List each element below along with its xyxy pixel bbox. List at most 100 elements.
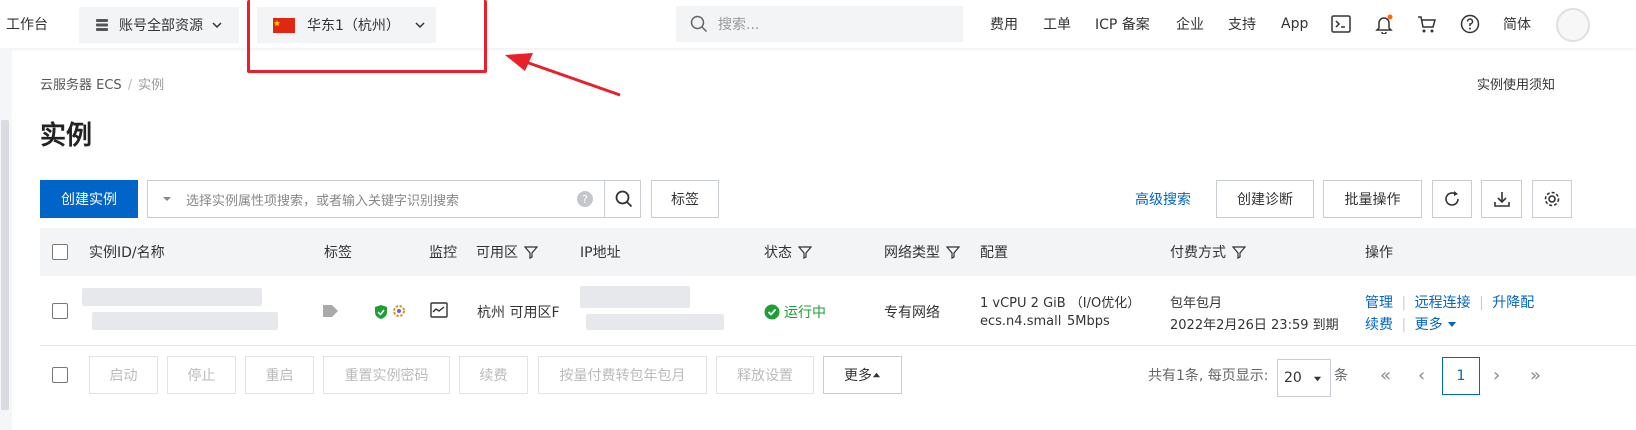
row-actions-line2: 续费 | 更多 [1365, 314, 1457, 334]
help-icon[interactable] [1458, 12, 1482, 36]
nav-enterprise[interactable]: 企业 [1176, 0, 1204, 48]
export-button[interactable] [1481, 180, 1522, 218]
redacted-instance-name [92, 312, 278, 330]
search-placeholder: 搜索... [718, 17, 760, 33]
status-text: 运行中 [784, 305, 826, 321]
resource-selector-label: 账号全部资源 [119, 18, 203, 34]
breadcrumb-current: 实例 [138, 78, 165, 93]
top-navigation-bar: 工作台 账号全部资源 华东1（杭州） 搜索... 费用 工单 ICP 备案 企业… [0, 0, 1636, 48]
instance-type-link[interactable]: ecs.n4.small [980, 314, 1061, 329]
header-billing[interactable]: 付费方式 [1170, 228, 1246, 276]
nav-support[interactable]: 支持 [1228, 0, 1256, 48]
monitor-chart-icon[interactable] [430, 302, 448, 318]
row-checkbox[interactable] [52, 303, 68, 319]
nav-app[interactable]: App [1281, 0, 1308, 48]
instance-usage-notice-link[interactable]: 实例使用须知 [1477, 74, 1636, 93]
create-diagnosis-button[interactable]: 创建诊断 [1216, 180, 1314, 218]
breadcrumb: 云服务器 ECS / 实例 [40, 78, 165, 93]
reset-password-button[interactable]: 重置实例密码 [323, 356, 450, 394]
cart-icon[interactable] [1415, 12, 1439, 36]
more-button-label: 更多 [844, 368, 872, 384]
svg-text:?: ? [582, 193, 588, 206]
advanced-search-link[interactable]: 高级搜索 [1135, 189, 1191, 209]
check-circle-icon [764, 304, 780, 320]
renew-link[interactable]: 续费 [1365, 317, 1393, 333]
search-submit-button[interactable] [604, 180, 642, 218]
page-size-select[interactable]: 20 [1277, 359, 1331, 397]
nav-billing[interactable]: 费用 [990, 0, 1018, 48]
upgrade-downgrade-link[interactable]: 升降配 [1492, 295, 1534, 311]
header-zone-label: 可用区 [476, 245, 518, 261]
start-button[interactable]: 启动 [89, 356, 158, 394]
header-actions: 操作 [1365, 245, 1393, 261]
header-zone[interactable]: 可用区 [476, 228, 538, 276]
select-all-checkbox[interactable] [52, 244, 68, 260]
config-spec: 1 vCPU 2 GiB （I/O优化） [980, 296, 1141, 311]
status-badge: 运行中 [764, 302, 826, 322]
resource-group-selector[interactable]: 账号全部资源 [79, 7, 239, 43]
help-icon[interactable]: ? [576, 190, 594, 208]
caret-down-icon [1313, 376, 1322, 381]
filter-placeholder: 选择实例属性项搜索，或者输入关键字识别搜索 [186, 193, 460, 209]
restart-button[interactable]: 重启 [245, 356, 314, 394]
header-monitor: 监控 [429, 245, 457, 261]
chevron-down-icon [212, 22, 222, 29]
header-ip: IP地址 [580, 245, 621, 261]
header-network-label: 网络类型 [884, 245, 940, 261]
release-settings-button[interactable]: 释放设置 [716, 356, 814, 394]
footer-select-all-checkbox[interactable] [52, 367, 68, 383]
renew-button[interactable]: 续费 [459, 356, 528, 394]
refresh-icon [1445, 191, 1459, 206]
breadcrumb-root[interactable]: 云服务器 ECS [40, 78, 122, 93]
next-page-icon[interactable]: › [1493, 356, 1500, 394]
redacted-instance-id [82, 288, 262, 306]
global-search-input[interactable]: 搜索... [676, 6, 963, 42]
settings-button[interactable] [1532, 180, 1572, 218]
refresh-button[interactable] [1432, 180, 1472, 218]
header-network[interactable]: 网络类型 [884, 228, 960, 276]
tags-button[interactable]: 标签 [651, 180, 719, 218]
zone-value: 杭州 可用区F [477, 305, 560, 321]
batch-operation-button[interactable]: 批量操作 [1323, 180, 1422, 218]
caret-down-icon [1448, 322, 1457, 327]
billing-type: 包年包月 [1170, 296, 1223, 311]
prev-page-icon[interactable]: ‹ [1418, 356, 1425, 394]
manage-link[interactable]: 管理 [1365, 295, 1393, 311]
search-icon [690, 15, 708, 33]
avatar[interactable] [1556, 8, 1590, 42]
nav-icp[interactable]: ICP 备案 [1095, 0, 1150, 48]
network-type-value: 专有网络 [884, 305, 940, 321]
left-scroll-strip[interactable] [0, 50, 12, 430]
more-button[interactable]: 更多 [823, 356, 902, 394]
filter-icon[interactable] [946, 245, 960, 259]
header-status-label: 状态 [764, 245, 792, 261]
create-instance-button[interactable]: 创建实例 [40, 180, 138, 218]
last-page-icon[interactable]: » [1530, 356, 1541, 394]
page-title: 实例 [40, 121, 93, 151]
filter-icon[interactable] [798, 245, 812, 259]
annotation-arrow [505, 53, 621, 97]
current-page-button[interactable]: 1 [1442, 357, 1480, 395]
convert-billing-button[interactable]: 按量付费转包年包月 [538, 356, 707, 394]
stop-button[interactable]: 停止 [167, 356, 236, 394]
resource-list-icon [96, 19, 108, 31]
header-tags: 标签 [324, 245, 352, 261]
caret-down-icon[interactable] [162, 194, 172, 204]
nav-tickets[interactable]: 工单 [1043, 0, 1071, 48]
terminal-icon[interactable] [1329, 12, 1353, 36]
tag-icon[interactable] [322, 303, 340, 319]
table-header: 实例ID/名称 标签 监控 可用区 IP地址 状态 网络类型 配置 付费方式 操… [40, 228, 1636, 276]
annotation-highlight-box [247, 0, 487, 73]
first-page-icon[interactable]: « [1380, 356, 1391, 394]
workbench-link[interactable]: 工作台 [6, 0, 48, 48]
language-switch[interactable]: 简体 [1503, 0, 1531, 48]
instance-filter-search[interactable]: 选择实例属性项搜索，或者输入关键字识别搜索 ? [147, 180, 641, 218]
filter-icon[interactable] [524, 245, 538, 259]
remote-connect-link[interactable]: 远程连接 [1415, 295, 1471, 311]
notification-bell-icon[interactable] [1372, 12, 1396, 36]
filter-icon[interactable] [1232, 245, 1246, 259]
redacted-private-ip [586, 314, 724, 330]
more-actions-link[interactable]: 更多 [1415, 317, 1443, 333]
header-config: 配置 [980, 245, 1008, 261]
header-status[interactable]: 状态 [764, 228, 812, 276]
